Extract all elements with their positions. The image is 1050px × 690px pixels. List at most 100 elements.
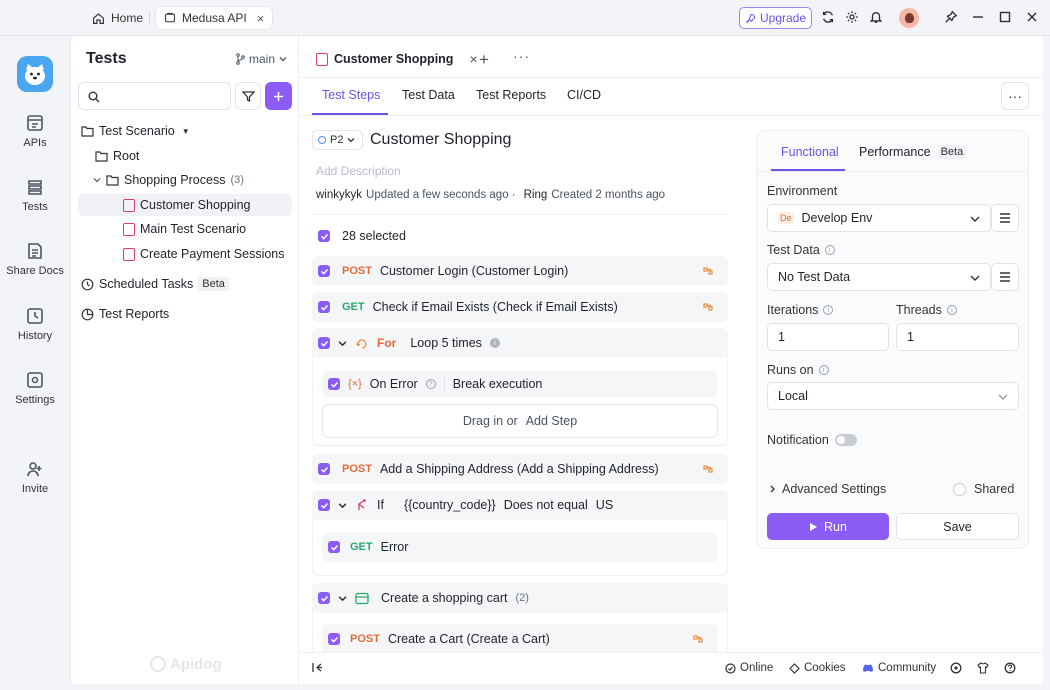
step-checkbox[interactable]	[318, 265, 330, 277]
chevron-down-icon[interactable]	[338, 501, 347, 510]
shared-checkbox-row[interactable]: Shared	[953, 482, 1014, 496]
chevron-down-icon[interactable]	[93, 176, 101, 184]
rail-item-settings[interactable]: Settings	[0, 371, 70, 406]
notification-toggle[interactable]	[835, 434, 857, 446]
close-tab-icon[interactable]: ×	[257, 11, 265, 26]
pin-icon[interactable]	[944, 10, 960, 26]
settings-gear-icon[interactable]	[950, 662, 962, 674]
window-close-icon[interactable]	[1026, 10, 1042, 26]
environment-select[interactable]: De Develop Env	[767, 204, 991, 232]
doc-tab-customer-shopping[interactable]: Customer Shopping ×	[306, 40, 488, 78]
tab-more-icon[interactable]: ···	[513, 48, 530, 64]
tab-ci-cd[interactable]: CI/CD	[567, 88, 601, 102]
step-row[interactable]: GET Error	[322, 532, 718, 562]
runs-on-select[interactable]: Local	[767, 382, 1019, 410]
tree-test-scenario[interactable]: Test Scenario ▼	[81, 120, 190, 142]
save-button[interactable]: Save	[896, 513, 1019, 540]
drop-zone[interactable]: Drag in or Add Step	[322, 404, 718, 438]
tree-test-reports[interactable]: Test Reports	[81, 303, 169, 325]
chevron-down-icon[interactable]	[338, 339, 347, 348]
test-data-select[interactable]: No Test Data	[767, 263, 991, 291]
linked-api-icon[interactable]	[702, 301, 714, 313]
chevron-down-icon[interactable]	[338, 594, 347, 603]
caret-down-icon[interactable]: ▼	[182, 127, 190, 136]
branch-selector[interactable]: main	[235, 52, 287, 66]
step-checkbox[interactable]	[318, 463, 330, 475]
collapse-sidebar-icon[interactable]	[312, 662, 323, 673]
help-icon[interactable]	[1004, 662, 1016, 674]
gear-icon[interactable]	[845, 10, 861, 26]
tree-root[interactable]: Root	[95, 145, 139, 167]
select-all-checkbox[interactable]	[318, 230, 330, 242]
iterations-input[interactable]: 1	[767, 323, 889, 351]
step-checkbox[interactable]	[328, 633, 340, 645]
shared-checkbox[interactable]	[953, 482, 966, 496]
step-row[interactable]: GET Check if Email Exists (Check if Emai…	[312, 292, 728, 322]
rail-item-share-docs[interactable]: Share Docs	[0, 242, 70, 277]
add-test-button[interactable]	[265, 82, 292, 110]
loop-step-header[interactable]: For Loop 5 times i	[312, 328, 728, 358]
shirt-icon[interactable]	[977, 662, 989, 674]
tree-item-create-payment-sessions[interactable]: Create Payment Sessions	[123, 243, 285, 265]
project-tab[interactable]: Medusa API ×	[155, 6, 274, 30]
step-checkbox[interactable]	[318, 337, 330, 349]
filter-icon	[241, 90, 255, 102]
tab-functional[interactable]: Functional	[781, 145, 839, 159]
avatar[interactable]	[899, 8, 919, 28]
add-step-link[interactable]: Add Step	[526, 414, 577, 428]
online-status[interactable]: Online	[725, 662, 773, 674]
panel-tab-divider	[757, 171, 1028, 172]
tree-item-customer-shopping[interactable]: Customer Shopping	[78, 194, 292, 216]
manage-test-data-button[interactable]	[991, 263, 1019, 291]
step-row[interactable]: POST Create a Cart (Create a Cart)	[322, 624, 718, 654]
run-button[interactable]: Run	[767, 513, 889, 540]
step-checkbox[interactable]	[328, 378, 340, 390]
tree-shopping-process[interactable]: Shopping Process (3)	[93, 169, 244, 191]
linked-api-icon[interactable]	[702, 463, 714, 475]
refresh-icon[interactable]	[821, 10, 837, 26]
advanced-settings-toggle[interactable]: Advanced Settings	[769, 482, 886, 496]
on-error-action[interactable]: Break execution	[453, 377, 543, 391]
search-input[interactable]	[78, 82, 231, 110]
threads-input[interactable]: 1	[896, 323, 1019, 351]
community-button[interactable]: Community	[862, 662, 936, 674]
app-logo[interactable]	[17, 56, 53, 92]
rail-item-history[interactable]: History	[0, 307, 70, 342]
tree-scheduled-tasks[interactable]: Scheduled Tasks Beta	[81, 273, 229, 295]
bell-icon[interactable]	[869, 10, 885, 26]
tree-item-main-test-scenario[interactable]: Main Test Scenario	[123, 218, 246, 240]
step-row[interactable]: POST Add a Shipping Address (Add a Shipp…	[312, 454, 728, 484]
rail-item-tests[interactable]: Tests	[0, 178, 70, 213]
close-tab-icon[interactable]: ×	[469, 51, 477, 67]
home-tab[interactable]: Home	[84, 6, 151, 30]
cookies-button[interactable]: Cookies	[789, 662, 846, 674]
step-row[interactable]: POST Customer Login (Customer Login)	[312, 256, 728, 286]
rail-item-apis[interactable]: APIs	[0, 114, 70, 149]
step-checkbox[interactable]	[318, 499, 330, 511]
tab-test-steps[interactable]: Test Steps	[322, 88, 380, 102]
linked-api-icon[interactable]	[702, 265, 714, 277]
filter-button[interactable]	[235, 82, 261, 110]
linked-api-icon[interactable]	[692, 633, 704, 645]
minimize-icon[interactable]	[972, 10, 988, 26]
maximize-icon[interactable]	[999, 10, 1015, 26]
if-step-header[interactable]: If {{country_code}} Does not equal US	[312, 490, 728, 520]
more-options-button[interactable]: ···	[1001, 82, 1029, 110]
tab-test-data[interactable]: Test Data	[402, 88, 455, 102]
group-step-header[interactable]: Create a shopping cart (2)	[312, 583, 728, 613]
priority-selector[interactable]: P2	[312, 130, 363, 150]
step-checkbox[interactable]	[328, 541, 340, 553]
test-case-title[interactable]: Customer Shopping	[370, 131, 511, 149]
upgrade-button[interactable]: Upgrade	[739, 7, 812, 29]
description-field[interactable]: Add Description	[316, 164, 401, 178]
rail-item-invite[interactable]: Invite	[0, 460, 70, 495]
manage-environments-button[interactable]	[991, 204, 1019, 232]
select-all-row[interactable]: 28 selected	[312, 221, 728, 251]
step-name: Customer Login (Customer Login)	[379, 264, 569, 278]
new-tab-icon[interactable]: +	[479, 50, 489, 70]
step-checkbox[interactable]	[318, 301, 330, 313]
on-error-row[interactable]: {×} On Error ? Break execution	[322, 370, 718, 398]
tab-performance[interactable]: Performance Beta	[859, 145, 968, 159]
tab-test-reports[interactable]: Test Reports	[476, 88, 546, 102]
step-checkbox[interactable]	[318, 592, 330, 604]
